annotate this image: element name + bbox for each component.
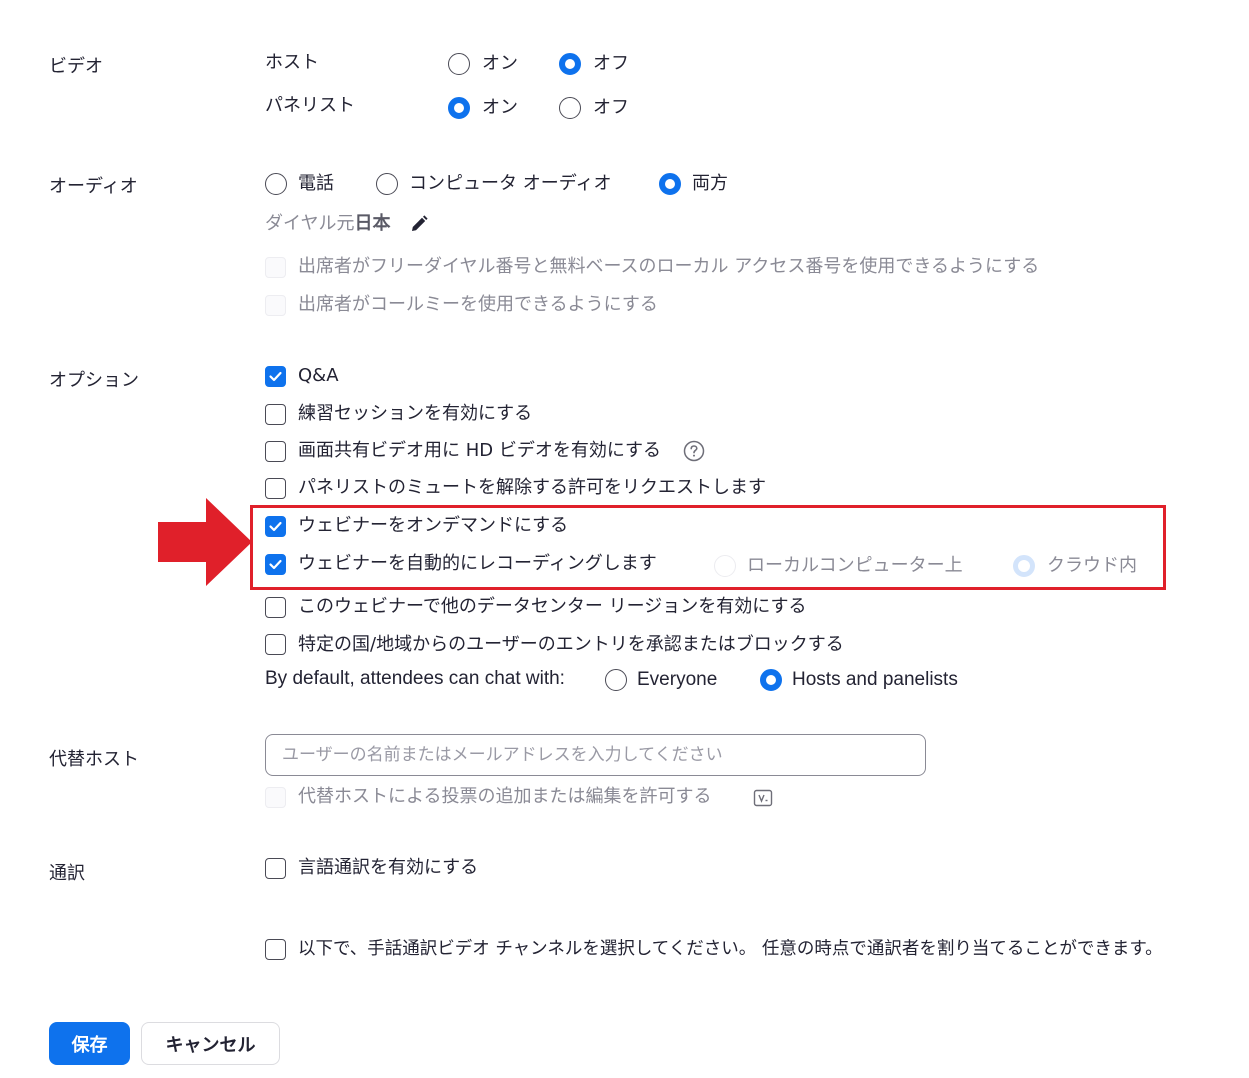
pencil-icon[interactable]	[409, 214, 429, 234]
audio-telephone-radio[interactable]	[265, 173, 287, 195]
audio-both-radio[interactable]	[659, 173, 681, 195]
poll-edit-checkbox[interactable]	[265, 787, 286, 808]
checkmark-icon	[269, 521, 282, 532]
record-local-label: ローカルコンピューター上	[747, 555, 963, 576]
call-me-checkbox[interactable]	[265, 295, 286, 316]
language-interpretation-label: 言語通訳を有効にする	[298, 857, 479, 878]
checkmark-icon	[269, 371, 282, 382]
hd-video-checkbox[interactable]	[265, 441, 286, 462]
video-panelist-label: パネリスト	[265, 95, 355, 116]
sign-language-label: 以下で、手話通訳ビデオ チャンネルを選択してください。 任意の時点で通訳者を割り…	[298, 939, 1163, 959]
video-host-label: ホスト	[265, 52, 319, 73]
video-host-off-radio[interactable]	[559, 53, 581, 75]
alt-host-input[interactable]	[265, 734, 926, 776]
on-demand-checkbox[interactable]	[265, 516, 286, 537]
sign-language-checkbox[interactable]	[265, 939, 286, 960]
toll-free-checkbox[interactable]	[265, 257, 286, 278]
video-panelist-off-label: オフ	[593, 97, 629, 118]
chat-everyone-radio[interactable]	[605, 669, 627, 691]
checkmark-icon	[269, 559, 282, 570]
practice-session-checkbox[interactable]	[265, 404, 286, 425]
qa-checkbox[interactable]	[265, 366, 286, 387]
poll-icon	[753, 788, 773, 808]
video-panelist-on-radio[interactable]	[448, 97, 470, 119]
record-cloud-label: クラウド内	[1047, 555, 1137, 576]
cancel-button[interactable]: キャンセル	[141, 1022, 280, 1065]
auto-record-checkbox[interactable]	[265, 554, 286, 575]
language-interpretation-checkbox[interactable]	[265, 858, 286, 879]
video-host-on-radio[interactable]	[448, 53, 470, 75]
interpretation-section-label: 通訳	[49, 863, 85, 884]
auto-record-label: ウェビナーを自動的にレコーディングします	[298, 553, 657, 574]
options-section-label: オプション	[49, 370, 139, 391]
chat-default-label: By default, attendees can chat with:	[265, 668, 565, 689]
unmute-permission-label: パネリストのミュートを解除する許可をリクエストします	[298, 477, 766, 498]
help-icon[interactable]	[683, 440, 705, 462]
dial-from-prefix: ダイヤル元	[265, 213, 355, 234]
alt-host-section-label: 代替ホスト	[49, 749, 139, 770]
call-me-label: 出席者がコールミーを使用できるようにする	[298, 294, 658, 315]
video-host-on-label: オン	[482, 53, 518, 74]
dial-from-country: 日本	[354, 213, 391, 234]
chat-hosts-label: Hosts and panelists	[792, 669, 958, 690]
hd-video-label: 画面共有ビデオ用に HD ビデオを有効にする	[298, 440, 662, 461]
video-host-off-label: オフ	[593, 53, 629, 74]
country-block-label: 特定の国/地域からのユーザーのエントリを承認またはブロックする	[298, 634, 844, 655]
save-button[interactable]: 保存	[49, 1022, 130, 1065]
country-block-checkbox[interactable]	[265, 634, 286, 655]
audio-computer-label: コンピュータ オーディオ	[409, 173, 612, 194]
data-center-label: このウェビナーで他のデータセンター リージョンを有効にする	[298, 596, 807, 617]
audio-section-label: オーディオ	[49, 176, 138, 197]
record-local-radio[interactable]	[714, 555, 736, 577]
data-center-checkbox[interactable]	[265, 597, 286, 618]
video-panelist-on-label: オン	[482, 97, 518, 118]
audio-telephone-label: 電話	[298, 173, 334, 194]
dial-from-row: ダイヤル元日本	[265, 212, 390, 236]
chat-everyone-label: Everyone	[637, 669, 718, 690]
audio-computer-radio[interactable]	[376, 173, 398, 195]
poll-edit-label: 代替ホストによる投票の追加または編集を許可する	[298, 786, 712, 807]
video-section-label: ビデオ	[49, 56, 103, 77]
video-panelist-off-radio[interactable]	[559, 97, 581, 119]
record-cloud-radio[interactable]	[1013, 555, 1035, 577]
qa-label: Q&A	[298, 365, 339, 386]
chat-hosts-radio[interactable]	[760, 669, 782, 691]
toll-free-label: 出席者がフリーダイヤル番号と無料ベースのローカル アクセス番号を使用できるように…	[298, 256, 1040, 277]
practice-session-label: 練習セッションを有効にする	[298, 403, 533, 424]
audio-both-label: 両方	[692, 173, 728, 194]
red-arrow	[158, 498, 252, 586]
on-demand-label: ウェビナーをオンデマンドにする	[298, 515, 569, 536]
unmute-permission-checkbox[interactable]	[265, 478, 286, 499]
